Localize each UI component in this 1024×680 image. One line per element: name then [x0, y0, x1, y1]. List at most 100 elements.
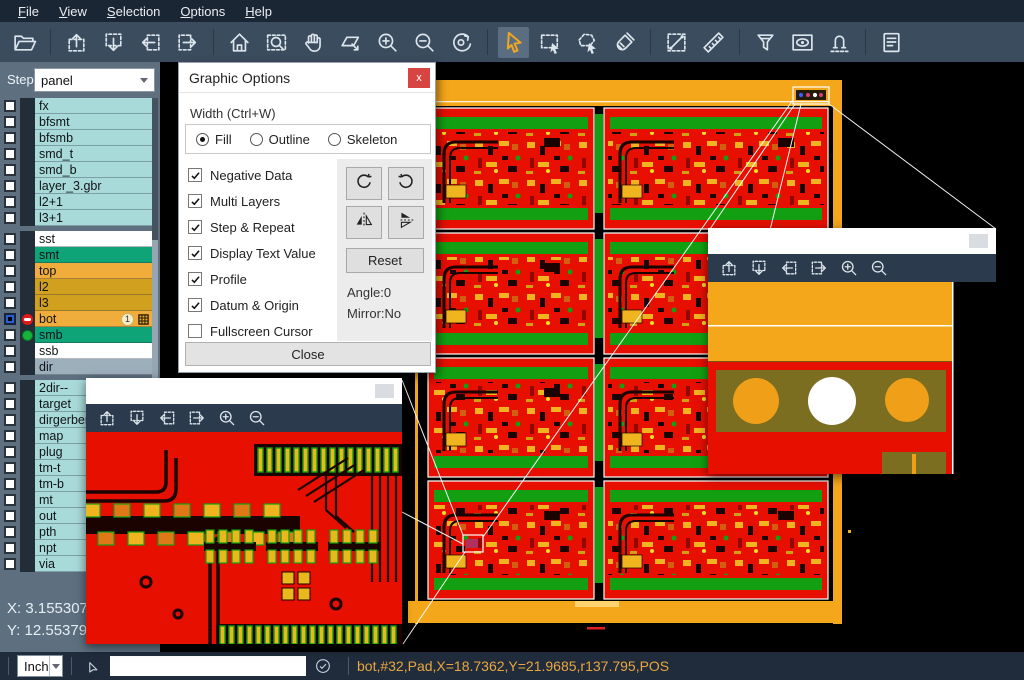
window-button[interactable]: [375, 384, 394, 398]
layer-checkbox[interactable]: [4, 148, 16, 160]
layer-row-l2[interactable]: l2: [0, 279, 160, 295]
layer-checkbox[interactable]: [4, 265, 16, 277]
option-fullscreen-cursor[interactable]: Fullscreen Cursor: [188, 318, 316, 344]
load-right-button[interactable]: [806, 256, 832, 280]
close-button[interactable]: Close: [185, 342, 431, 366]
layer-row-bot[interactable]: bot1: [0, 311, 160, 327]
rect-select-button[interactable]: [535, 27, 566, 58]
layer-checkbox[interactable]: [4, 100, 16, 112]
green-status-icon[interactable]: [22, 330, 33, 341]
layer-checkbox[interactable]: [4, 414, 16, 426]
open-folder-button[interactable]: [9, 27, 40, 58]
checkbox[interactable]: [188, 194, 202, 208]
option-profile[interactable]: Profile: [188, 266, 316, 292]
option-datum-origin[interactable]: Datum & Origin: [188, 292, 316, 318]
zoom-in-button[interactable]: [214, 406, 240, 430]
layer-checkbox[interactable]: [4, 281, 16, 293]
rotate-cw-button[interactable]: [346, 167, 382, 200]
layer-checkbox[interactable]: [4, 558, 16, 570]
reset-button[interactable]: Reset: [346, 248, 424, 273]
menu-item-file[interactable]: File: [8, 2, 49, 21]
layer-checkbox[interactable]: [4, 180, 16, 192]
magnifier-detail-content[interactable]: [86, 432, 402, 644]
layer-row-dir[interactable]: dir: [0, 359, 160, 375]
layer-row-fx[interactable]: fx: [0, 98, 160, 114]
layer-row-sst[interactable]: sst: [0, 231, 160, 247]
apply-check-icon[interactable]: [314, 657, 332, 675]
magnifier-fiducial-content[interactable]: [708, 282, 996, 474]
checkbox[interactable]: [188, 246, 202, 260]
layer-row-ssb[interactable]: ssb: [0, 343, 160, 359]
radio-outline[interactable]: Outline: [250, 132, 310, 147]
layer-row-l3+1[interactable]: l3+1: [0, 210, 160, 226]
layer-row-l3[interactable]: l3: [0, 295, 160, 311]
pan-hand-button[interactable]: [298, 27, 329, 58]
view-eye-button[interactable]: [787, 27, 818, 58]
load-down-button[interactable]: [124, 406, 150, 430]
red-status-icon[interactable]: [22, 314, 33, 325]
zoom-window-button[interactable]: [261, 27, 292, 58]
layer-checkbox[interactable]: [4, 526, 16, 538]
layer-checkbox[interactable]: [4, 297, 16, 309]
dialog-close-icon[interactable]: x: [408, 68, 430, 88]
layer-row-smd_t[interactable]: smd_t: [0, 146, 160, 162]
rotate-ccw-button[interactable]: [388, 167, 424, 200]
radio-fill[interactable]: Fill: [196, 132, 232, 147]
layer-checkbox[interactable]: [4, 446, 16, 458]
magnifier-title-bar[interactable]: [708, 228, 996, 254]
ruler-button[interactable]: [698, 27, 729, 58]
option-display-text-value[interactable]: Display Text Value: [188, 240, 316, 266]
layer-checkbox[interactable]: [4, 510, 16, 522]
load-left-button[interactable]: [776, 256, 802, 280]
layer-checkbox[interactable]: [4, 313, 16, 325]
layer-checkbox[interactable]: [4, 398, 16, 410]
layer-row-l2+1[interactable]: l2+1: [0, 194, 160, 210]
report-button[interactable]: [876, 27, 907, 58]
layer-row-layer_3.gbr[interactable]: layer_3.gbr: [0, 178, 160, 194]
filter-button[interactable]: [750, 27, 781, 58]
layer-checkbox[interactable]: [4, 462, 16, 474]
magnifier-title-bar[interactable]: [86, 378, 402, 404]
zoom-out-button[interactable]: [866, 256, 892, 280]
mirror-vertical-button[interactable]: [346, 206, 382, 239]
load-right-button[interactable]: [184, 406, 210, 430]
layer-checkbox[interactable]: [4, 212, 16, 224]
layer-checkbox[interactable]: [4, 164, 16, 176]
measure-button[interactable]: [661, 27, 692, 58]
layer-checkbox[interactable]: [4, 345, 16, 357]
layer-checkbox[interactable]: [4, 494, 16, 506]
menu-item-help[interactable]: Help: [235, 2, 282, 21]
dialog-title-bar[interactable]: Graphic Options: [179, 63, 435, 93]
layer-checkbox[interactable]: [4, 478, 16, 490]
zoom-previous-button[interactable]: [446, 27, 477, 58]
zoom-out-button[interactable]: [409, 27, 440, 58]
layer-row-smd_b[interactable]: smd_b: [0, 162, 160, 178]
command-input[interactable]: [110, 656, 306, 676]
checkbox[interactable]: [188, 168, 202, 182]
brush-button[interactable]: [609, 27, 640, 58]
window-button[interactable]: [969, 234, 988, 248]
grid-icon[interactable]: [138, 314, 149, 325]
home-button[interactable]: [224, 27, 255, 58]
layer-checkbox[interactable]: [4, 196, 16, 208]
radio-skeleton[interactable]: Skeleton: [328, 132, 398, 147]
step-select[interactable]: panel: [34, 68, 155, 92]
select-cursor-button[interactable]: [498, 27, 529, 58]
unit-select[interactable]: Inch: [17, 655, 63, 677]
zoom-out-button[interactable]: [244, 406, 270, 430]
layer-row-bfsmb[interactable]: bfsmb: [0, 130, 160, 146]
load-left-button[interactable]: [154, 406, 180, 430]
menu-item-view[interactable]: View: [49, 2, 97, 21]
layer-checkbox[interactable]: [4, 382, 16, 394]
layer-checkbox[interactable]: [4, 116, 16, 128]
zoom-in-button[interactable]: [372, 27, 403, 58]
layer-row-smt[interactable]: smt: [0, 247, 160, 263]
mirror-horizontal-button[interactable]: [388, 206, 424, 239]
zoom-area-button[interactable]: [335, 27, 366, 58]
layer-checkbox[interactable]: [4, 361, 16, 373]
load-right-button[interactable]: [172, 27, 203, 58]
load-up-button[interactable]: [94, 406, 120, 430]
layer-checkbox[interactable]: [4, 430, 16, 442]
layer-row-top[interactable]: top: [0, 263, 160, 279]
menu-item-options[interactable]: Options: [170, 2, 235, 21]
